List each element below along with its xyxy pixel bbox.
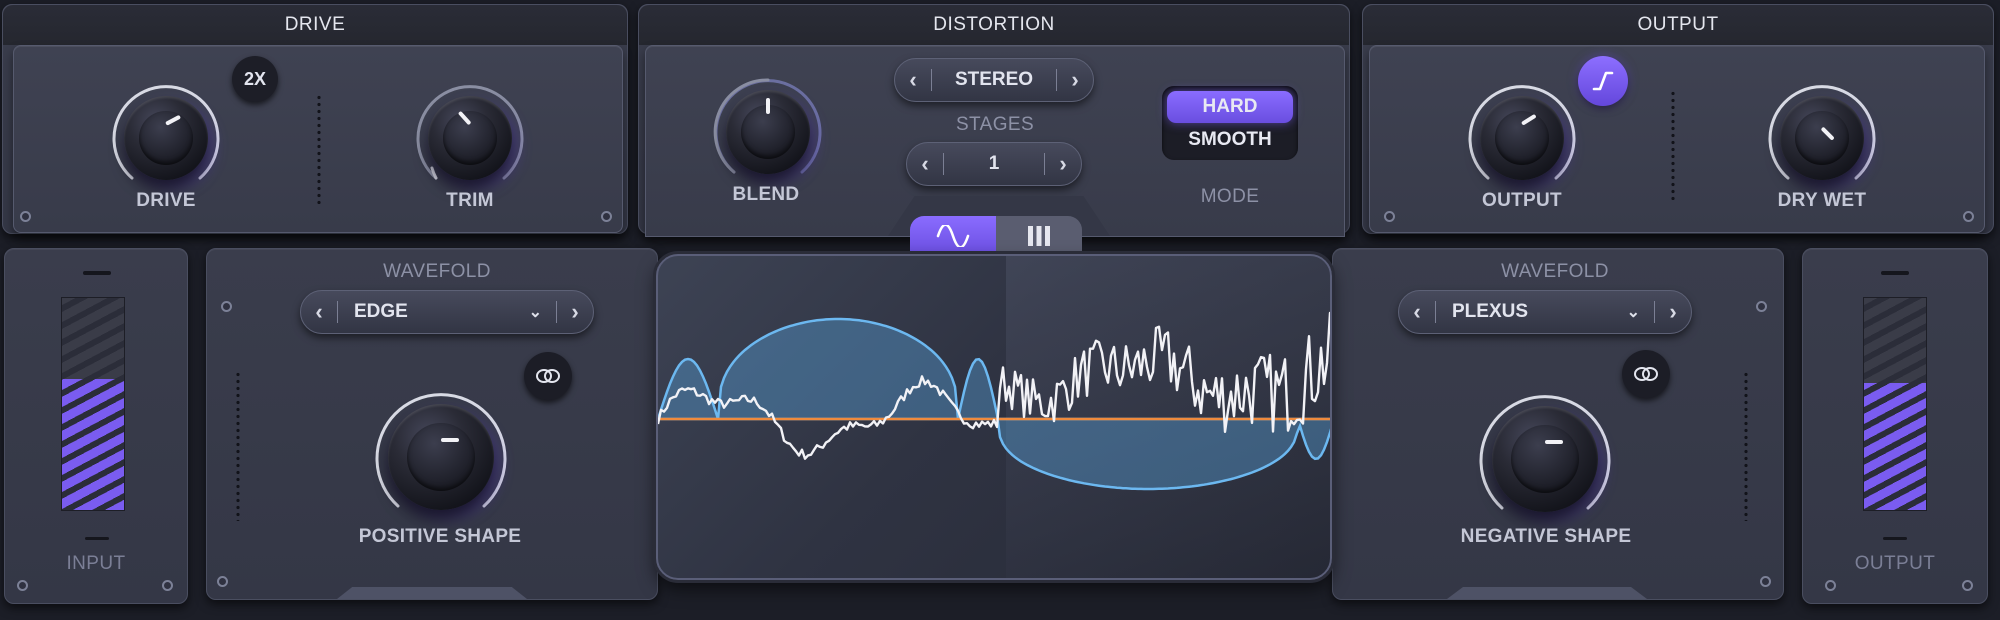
clip-curve-icon <box>1592 71 1614 91</box>
tab-bars[interactable] <box>996 216 1082 256</box>
screw <box>20 211 31 222</box>
link-button-right[interactable] <box>1622 350 1670 398</box>
drive-label: DRIVE <box>136 190 196 211</box>
negative-shape-knob[interactable] <box>1476 390 1614 528</box>
screw <box>217 576 228 587</box>
screw <box>1756 301 1767 312</box>
link-icon <box>536 369 560 383</box>
output-knob[interactable] <box>1466 82 1578 194</box>
waveform-plot <box>658 311 1330 491</box>
knob-pointer <box>766 98 770 114</box>
screw <box>1962 580 1973 591</box>
drive-panel: DRIVE DRIVE 2X TRIM <box>2 4 628 234</box>
mode-toggle[interactable]: HARD SMOOTH <box>1162 86 1298 160</box>
clipper-toggle-button[interactable] <box>1578 56 1628 106</box>
channel-mode-prev-button[interactable]: ‹ <box>895 67 931 93</box>
trim-knob[interactable] <box>414 82 526 194</box>
channel-mode-value: STEREO <box>954 69 1034 90</box>
input-meter-level <box>62 378 124 510</box>
input-meter <box>61 297 125 511</box>
input-meter-panel: INPUT <box>4 248 188 604</box>
stages-value: 1 <box>988 153 1000 174</box>
wavefold-right-title: WAVEFOLD <box>1501 261 1609 282</box>
wavefold-right-type-selector[interactable]: ‹ PLEXUS ⌄ › <box>1398 290 1692 334</box>
negative-shape-label: NEGATIVE SHAPE <box>1460 526 1632 547</box>
output-meter <box>1863 297 1927 511</box>
screw <box>1825 580 1836 591</box>
channel-mode-selector[interactable]: ‹ STEREO › <box>894 58 1094 102</box>
wavefold-left-type-selector[interactable]: ‹ EDGE ⌄ › <box>300 290 594 334</box>
output-inner-panel: OUTPUT DRY WET <box>1369 45 1985 233</box>
bars-icon <box>1028 226 1050 246</box>
input-meter-label: INPUT <box>66 553 126 574</box>
output-meter-label: OUTPUT <box>1854 553 1936 574</box>
wavefold-left-prev-button[interactable]: ‹ <box>301 299 337 325</box>
wavefold-right-type-value: PLEXUS <box>1452 301 1529 322</box>
waveform-icon <box>936 225 970 247</box>
dry-wet-label: DRY WET <box>1777 190 1867 211</box>
stages-label: STAGES <box>955 114 1035 135</box>
dry-wet-knob[interactable] <box>1766 82 1878 194</box>
trim-label: TRIM <box>446 190 494 211</box>
stages-next-button[interactable]: › <box>1045 151 1081 177</box>
output-panel-title: OUTPUT <box>1363 5 1993 45</box>
stages-prev-button[interactable]: ‹ <box>907 151 943 177</box>
waveform-display <box>656 254 1332 580</box>
wavefold-left-type-value: EDGE <box>354 301 408 322</box>
wavefold-right-prev-button[interactable]: ‹ <box>1399 299 1435 325</box>
panel-foot <box>337 587 527 599</box>
positive-shape-knob[interactable] <box>372 388 510 526</box>
chevron-down-icon[interactable]: ⌄ <box>1627 302 1654 322</box>
distortion-panel-title: DISTORTION <box>639 5 1349 45</box>
drive-panel-title: DRIVE <box>3 5 627 45</box>
output-meter-panel: OUTPUT <box>1802 248 1988 604</box>
oversample-label: 2X <box>243 68 267 89</box>
drive-knob[interactable] <box>110 82 222 194</box>
display-tabs <box>910 216 1082 256</box>
knob-pointer <box>1545 440 1563 444</box>
output-meter-level <box>1864 382 1926 510</box>
divider-dots <box>316 94 322 204</box>
wavefold-left-next-button[interactable]: › <box>557 299 593 325</box>
screw <box>1384 211 1395 222</box>
screw <box>17 580 28 591</box>
wavefold-right-next-button[interactable]: › <box>1655 299 1691 325</box>
oversample-2x-button[interactable]: 2X <box>232 56 278 102</box>
mode-option-hard[interactable]: HARD <box>1167 91 1293 123</box>
panel-foot <box>1447 587 1647 599</box>
folded-wave-fill <box>658 317 1330 491</box>
divider-dots <box>1743 371 1749 521</box>
mode-option-smooth[interactable]: SMOOTH <box>1167 124 1293 156</box>
output-label: OUTPUT <box>1482 190 1562 211</box>
knob-pointer <box>441 438 459 442</box>
link-icon <box>1634 367 1658 381</box>
blend-label: BLEND <box>732 184 800 205</box>
channel-mode-next-button[interactable]: › <box>1057 67 1093 93</box>
drive-inner-panel: DRIVE 2X TRIM <box>13 45 623 233</box>
screw <box>601 211 612 222</box>
screw <box>1963 211 1974 222</box>
positive-shape-label: POSITIVE SHAPE <box>358 526 522 547</box>
divider-dots <box>1670 90 1676 200</box>
blend-knob[interactable] <box>712 76 824 188</box>
link-button-left[interactable] <box>524 352 572 400</box>
divider-dots <box>235 371 241 521</box>
chevron-down-icon[interactable]: ⌄ <box>529 302 556 322</box>
screw <box>1760 576 1771 587</box>
tab-waveform[interactable] <box>910 216 996 256</box>
stages-selector[interactable]: ‹ 1 › <box>906 142 1082 186</box>
screw <box>221 301 232 312</box>
wavefold-left-title: WAVEFOLD <box>383 261 491 282</box>
output-panel: OUTPUT OUTPUT DRY WET <box>1362 4 1994 234</box>
screw <box>162 580 173 591</box>
mode-label: MODE <box>1200 186 1260 207</box>
